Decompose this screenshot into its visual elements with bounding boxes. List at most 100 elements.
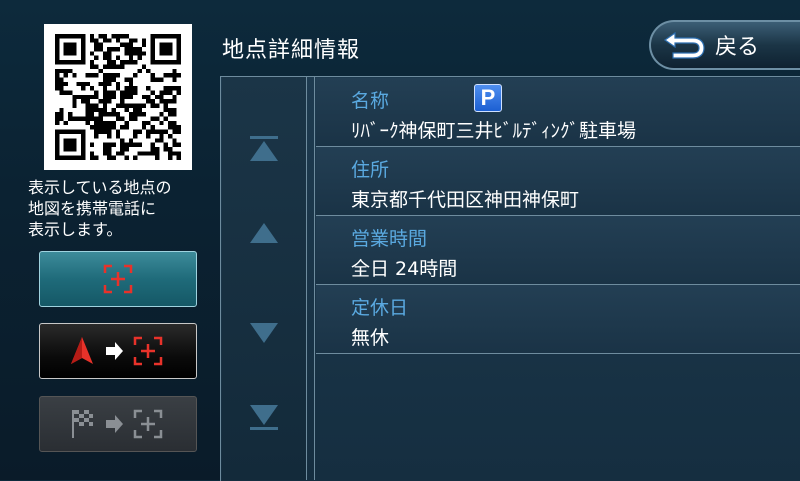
qr-module bbox=[150, 77, 155, 82]
qr-module bbox=[124, 120, 129, 126]
scroll-down-icon bbox=[250, 323, 278, 343]
scroll-down-button[interactable] bbox=[248, 318, 280, 348]
detail-label: 定休日 bbox=[351, 297, 409, 319]
qr-module bbox=[63, 155, 69, 160]
qr-module bbox=[159, 47, 164, 52]
qr-module bbox=[85, 112, 90, 117]
qr-module bbox=[63, 60, 69, 65]
qr-module bbox=[94, 90, 99, 95]
qr-module bbox=[133, 129, 138, 134]
qr-module bbox=[55, 73, 60, 78]
qr-module bbox=[120, 151, 125, 156]
qr-module bbox=[55, 146, 60, 152]
qr-module bbox=[159, 138, 164, 143]
qr-module bbox=[72, 116, 77, 121]
qr-module bbox=[55, 77, 60, 82]
qr-module bbox=[55, 51, 60, 56]
route-to-point-button[interactable] bbox=[39, 323, 197, 379]
qr-module bbox=[68, 47, 73, 52]
qr-module bbox=[102, 38, 108, 43]
qr-module bbox=[111, 94, 116, 100]
qr-module bbox=[154, 138, 160, 143]
qr-module bbox=[115, 81, 121, 87]
qr-module bbox=[172, 142, 177, 147]
qr-module bbox=[102, 34, 108, 39]
qr-module bbox=[159, 94, 164, 100]
qr-module bbox=[55, 138, 60, 143]
qr-module bbox=[107, 112, 112, 117]
qr-module bbox=[68, 116, 73, 121]
qr-module bbox=[63, 42, 69, 48]
scroll-top-button[interactable] bbox=[248, 134, 280, 164]
qr-module bbox=[98, 34, 103, 39]
qr-module bbox=[72, 34, 77, 39]
qr-module bbox=[81, 86, 86, 91]
back-button[interactable]: 戻る bbox=[649, 20, 800, 70]
qr-module bbox=[137, 112, 142, 117]
qr-module bbox=[167, 120, 173, 126]
qr-module bbox=[81, 129, 86, 134]
qr-module bbox=[154, 151, 160, 156]
qr-module bbox=[63, 142, 69, 147]
scroll-up-button[interactable] bbox=[248, 218, 280, 248]
qr-module bbox=[172, 107, 177, 113]
qr-module bbox=[55, 116, 60, 121]
qr-module bbox=[137, 55, 142, 61]
qr-module bbox=[72, 142, 77, 147]
qr-module bbox=[111, 34, 116, 39]
qr-module bbox=[81, 142, 86, 147]
qr-module bbox=[176, 73, 181, 78]
qr-module bbox=[176, 151, 181, 156]
qr-module bbox=[89, 60, 95, 65]
qr-module bbox=[102, 77, 108, 82]
qr-module bbox=[111, 107, 116, 113]
show-map-button[interactable] bbox=[39, 251, 197, 307]
qr-module bbox=[98, 99, 103, 104]
qr-module bbox=[150, 103, 155, 108]
qr-module bbox=[128, 38, 134, 43]
goal-to-point-button[interactable] bbox=[39, 396, 197, 452]
qr-module bbox=[159, 77, 164, 82]
qr-module bbox=[172, 129, 177, 134]
qr-module bbox=[72, 99, 77, 104]
qr-caption: 表示している地点の 地図を携帯電話に 表示します。 bbox=[28, 178, 172, 239]
qr-module bbox=[128, 60, 134, 65]
qr-module bbox=[85, 103, 90, 108]
qr-module bbox=[59, 129, 64, 134]
qr-module bbox=[111, 77, 116, 82]
car-to-crosshair-icon bbox=[71, 336, 163, 366]
qr-module bbox=[98, 129, 103, 134]
qr-module bbox=[85, 99, 90, 104]
qr-module bbox=[107, 125, 112, 130]
qr-module bbox=[63, 51, 69, 56]
qr-module bbox=[55, 34, 60, 39]
qr-module bbox=[124, 90, 129, 95]
detail-row-hours: 営業時間 全日 24時間 bbox=[316, 216, 800, 285]
qr-module bbox=[89, 103, 95, 108]
qr-module bbox=[124, 146, 129, 152]
qr-module bbox=[98, 116, 103, 121]
qr-module bbox=[111, 112, 116, 117]
qr-module bbox=[167, 146, 173, 152]
qr-module bbox=[89, 116, 95, 121]
qr-module bbox=[146, 94, 151, 100]
qr-module bbox=[167, 73, 173, 78]
detail-label: 住所 bbox=[351, 159, 390, 181]
qr-module bbox=[98, 107, 103, 113]
qr-module bbox=[107, 142, 112, 147]
qr-module bbox=[128, 90, 134, 95]
qr-module bbox=[120, 125, 125, 130]
qr-module bbox=[163, 51, 168, 56]
qr-module bbox=[124, 34, 129, 39]
scroll-bottom-button[interactable] bbox=[248, 402, 280, 432]
qr-module bbox=[128, 55, 134, 61]
qr-module bbox=[146, 120, 151, 126]
qr-module bbox=[102, 142, 108, 147]
qr-module bbox=[68, 112, 73, 117]
qr-module bbox=[89, 34, 95, 39]
qr-module bbox=[124, 47, 129, 52]
qr-module bbox=[133, 47, 138, 52]
qr-module bbox=[154, 103, 160, 108]
qr-module bbox=[81, 133, 86, 139]
qr-module bbox=[124, 86, 129, 91]
